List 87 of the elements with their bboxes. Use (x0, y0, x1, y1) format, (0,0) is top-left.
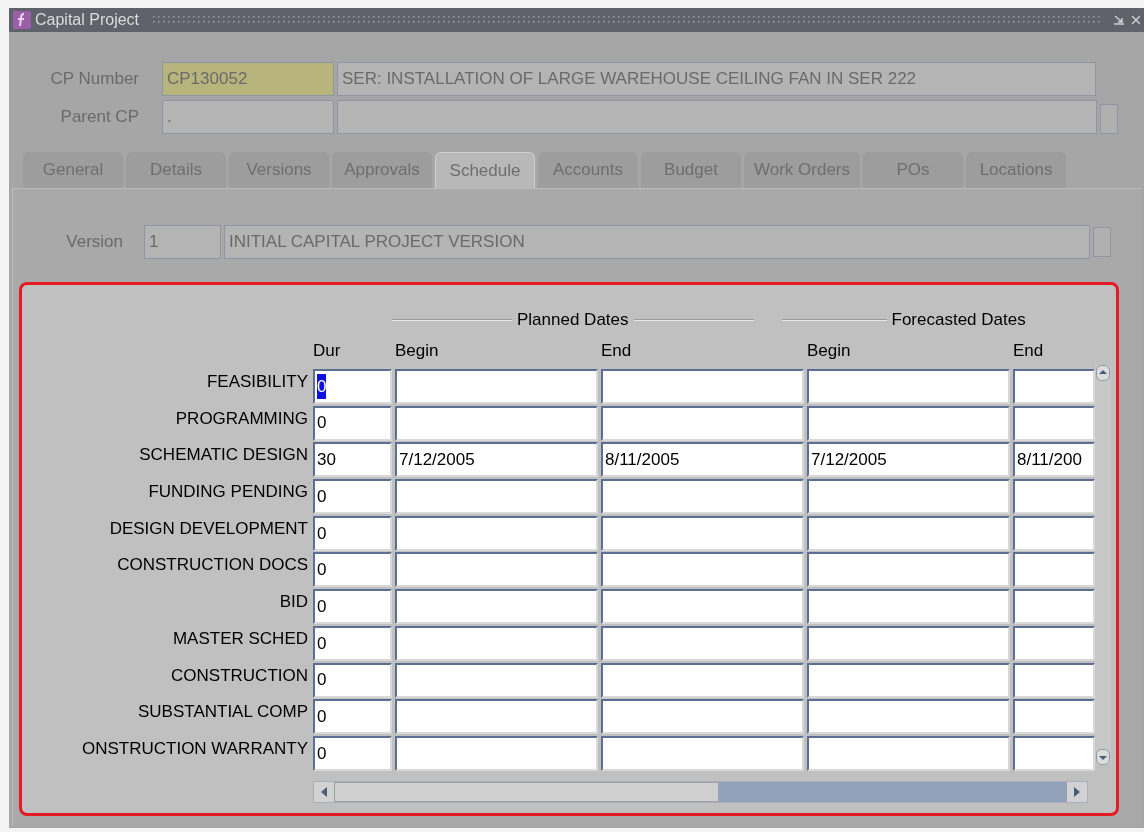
table-cell[interactable] (1013, 735, 1095, 771)
row-label: MASTER SCHED (172, 627, 308, 650)
group-header: Forecasted Dates (890, 309, 1027, 332)
table-cell[interactable] (395, 405, 598, 441)
row-label: FUNDING PENDING (148, 481, 308, 504)
column-header: Begin (395, 341, 439, 361)
column-header: End (601, 341, 632, 361)
table-cell[interactable]: 0 (313, 479, 392, 515)
table-cell[interactable] (1013, 552, 1095, 588)
row-label: PROGRAMMING (175, 407, 308, 430)
horizontal-scrollbar[interactable] (313, 780, 1088, 803)
table-cell[interactable] (1013, 405, 1095, 441)
table-cell[interactable] (1013, 662, 1095, 698)
row-label: CONSTRUCTION DOCS (117, 554, 308, 577)
table-cell[interactable] (807, 479, 1010, 515)
field-label: Version (65, 231, 124, 254)
table-cell[interactable] (601, 735, 804, 771)
row-label: CONSTRUCTION (171, 664, 308, 687)
table-cell[interactable]: 8/11/2005 (601, 442, 804, 478)
table-cell[interactable]: 7/12/2005 (395, 442, 598, 478)
table-cell[interactable] (807, 552, 1010, 588)
table-cell[interactable] (1013, 589, 1095, 625)
table-cell[interactable] (395, 662, 598, 698)
table-cell[interactable] (395, 735, 598, 771)
field-label: Parent CP (59, 106, 140, 129)
table-cell[interactable]: 0 (313, 735, 392, 771)
row-label: SUBSTANTIAL COMP (137, 701, 308, 724)
table-cell[interactable] (601, 625, 804, 661)
scroll-thumb[interactable] (334, 781, 719, 802)
scroll-right-icon[interactable] (1067, 781, 1087, 802)
table-cell[interactable] (807, 405, 1010, 441)
table-cell[interactable] (601, 369, 804, 404)
table-cell[interactable]: 0 (313, 369, 392, 404)
table-cell[interactable] (395, 589, 598, 625)
table-cell[interactable] (807, 699, 1010, 735)
table-cell[interactable] (601, 662, 804, 698)
table-cell[interactable] (601, 479, 804, 515)
scroll-left-icon[interactable] (314, 781, 334, 802)
table-cell[interactable] (601, 699, 804, 735)
table-cell[interactable] (395, 699, 598, 735)
field-label: CP Number (49, 68, 140, 91)
vertical-scrollbar[interactable] (1095, 365, 1111, 765)
table-cell[interactable]: 0 (313, 589, 392, 625)
table-cell[interactable] (807, 589, 1010, 625)
table-cell[interactable] (807, 625, 1010, 661)
table-cell[interactable] (395, 515, 598, 551)
table-cell[interactable] (601, 405, 804, 441)
window-title: Capital Project (35, 10, 140, 30)
row-label: SCHEMATIC DESIGN (139, 444, 308, 467)
scroll-down-icon[interactable] (1096, 749, 1110, 765)
table-cell[interactable]: 30 (313, 442, 392, 478)
column-header: Begin (807, 341, 851, 361)
table-cell[interactable] (807, 515, 1010, 551)
table-cell[interactable]: 0 (313, 552, 392, 588)
table-cell[interactable] (1013, 625, 1095, 661)
table-cell[interactable] (601, 589, 804, 625)
table-cell[interactable] (807, 735, 1010, 771)
table-cell[interactable] (395, 479, 598, 515)
column-header: End (1013, 341, 1044, 361)
group-header: Planned Dates (516, 309, 630, 332)
table-cell[interactable] (601, 552, 804, 588)
table-cell[interactable] (395, 369, 598, 404)
minimize-icon[interactable] (1112, 13, 1126, 27)
table-cell[interactable] (395, 625, 598, 661)
table-cell[interactable]: 0 (313, 662, 392, 698)
table-cell[interactable]: 0 (313, 625, 392, 661)
app-logo-icon (13, 11, 31, 29)
table-cell[interactable] (601, 515, 804, 551)
column-header: Dur (313, 341, 341, 361)
table-cell[interactable] (1013, 515, 1095, 551)
table-cell[interactable]: 0 (313, 405, 392, 441)
scroll-up-icon[interactable] (1096, 365, 1110, 381)
table-cell[interactable]: 0 (313, 515, 392, 551)
table-cell[interactable] (395, 552, 598, 588)
table-cell[interactable] (807, 369, 1010, 404)
row-label: BID (279, 591, 308, 614)
table-cell[interactable]: 8/11/200 (1013, 442, 1095, 478)
table-cell[interactable]: 7/12/2005 (807, 442, 1010, 478)
table-cell[interactable]: 0 (313, 699, 392, 735)
table-cell[interactable] (807, 662, 1010, 698)
table-cell[interactable] (1013, 699, 1095, 735)
table-cell[interactable] (1013, 479, 1095, 515)
table-cell[interactable] (1013, 369, 1095, 404)
row-label: ONSTRUCTION WARRANTY (81, 737, 308, 760)
close-icon[interactable] (1130, 13, 1140, 27)
row-label: FEASIBILITY (206, 371, 308, 393)
row-label: DESIGN DEVELOPMENT (109, 517, 308, 540)
